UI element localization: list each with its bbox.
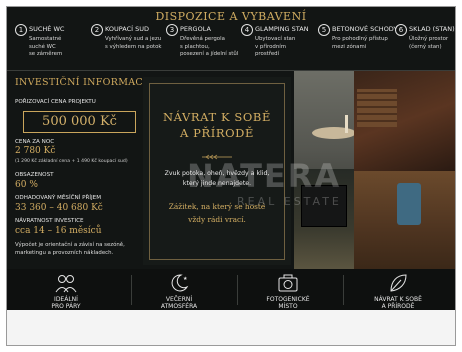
feature-item: IDEÁLNÍ PRO PÁRY [17,269,115,310]
desc-line: posezení a jídelní stůl [180,51,239,57]
features-strip: IDEÁLNÍ PRO PÁRY ★ VEČERNÍ ATMOSFÉRA FOT… [7,269,455,310]
desc-line: mezi zónami [332,43,367,50]
return-label: NÁVRATNOST INVESTICE [15,218,84,224]
label-line: IDEÁLNÍ [54,296,78,303]
equipment-desc: Pro pohodlný přístup mezi zónami [332,36,388,51]
leaf-icon [390,274,407,292]
section-title: DISPOZICE A VYBAVENÍ [155,10,307,23]
image-frame: DISPOZICE A VYBAVENÍ 1 SUCHÉ WC Samostat… [6,6,456,346]
disclaimer-note: Výpočet je orientační a závisí na sezóně… [15,241,125,257]
label-line: VEČERNÍ [165,296,193,303]
occupancy-label: OBSAZENOST [15,172,54,178]
investment-panel: INVESTIČNÍ INFORMACE POŘIZOVACÍ CENA PRO… [15,77,150,267]
step-number-icon: 4 [241,24,253,36]
night-price-label: CENA ZA NOC [15,139,55,145]
label-line: A PŘÍRODĚ [381,303,415,310]
slogan-heading-line: NÁVRAT K SOBĚ [163,110,271,124]
equipment-title: SKLAD (STAN) [409,25,455,33]
people-icon [55,275,77,293]
equipment-desc: Vyhřívaný sud a jezu s výhledem na potok [105,36,162,51]
divider [343,275,344,305]
food-bowl-shape [312,127,356,139]
desc-line: s plachtou, [180,43,210,50]
desc-line: Úložný prostor [409,36,449,42]
watermark-subtitle: REAL ESTATE [237,195,342,208]
investment-title: INVESTIČNÍ INFORMACE [15,77,151,88]
step-number-icon: 5 [318,24,330,36]
label-line: PRO PÁRY [51,303,81,310]
equipment-desc: Samostatné suché WC se záměrem [29,36,62,59]
slogan-gold-line: vždy rádi vrací. [188,215,246,224]
note-line: marketingu a provozních nákladech. [15,250,114,256]
feature-item: FOTOGENICKÉ MÍSTO [239,269,337,310]
desc-line: Pro pohodlný přístup [332,36,388,42]
occupancy-value: 60 % [15,180,38,190]
candle-shape [345,115,348,133]
info-card: DISPOZICE A VYBAVENÍ 1 SUCHÉ WC Samostat… [7,7,455,310]
equipment-title: BETONOVÉ SCHODY [332,25,398,33]
step-number-icon: 2 [91,24,103,36]
equipment-title: KOUPACÍ SUD [105,25,150,33]
label-line: ATMOSFÉRA [160,303,198,310]
equipment-desc: Ubytovací stan v přírodním prostředí [255,36,295,59]
moon-stars-icon: ★ [171,274,189,292]
desc-line: Dřevěná pergola [180,36,225,42]
label-line: MÍSTO [278,303,298,310]
step-number-icon: 6 [395,24,407,36]
equipment-title: SUCHÉ WC [29,25,65,33]
equipment-desc: Úložný prostor (černý stan) [409,36,448,51]
svg-text:★: ★ [183,276,188,282]
price-value: 500 000 Kč [23,111,136,133]
price-label: POŘIZOVACÍ CENA PROJEKTU [15,99,96,105]
desc-line: suché WC [29,43,56,50]
camera-icon [278,274,298,292]
desc-line: s výhledem na potok [105,43,162,50]
income-label: ODHADOVANÝ MĚSÍČNÍ PŘÍJEM [15,195,102,201]
divider [237,275,238,305]
income-value: 33 360 – 40 680 Kč [15,203,103,213]
desc-line: prostředí [255,51,280,57]
feature-label: NÁVRAT K SOBĚ A PŘÍRODĚ [349,296,447,310]
feature-label: FOTOGENICKÉ MÍSTO [239,296,337,310]
desc-line: Ubytovací stan [255,36,296,42]
step-number-icon: 1 [15,24,27,36]
night-price-value: 2 780 Kč [15,146,56,156]
desc-line: v přírodním [255,43,287,50]
barrel-shape [397,183,421,225]
equipment-desc: Dřevěná pergola s plachtou, posezení a j… [180,36,238,59]
feature-label: IDEÁLNÍ PRO PÁRY [17,296,115,310]
firewood-shape [357,89,397,127]
label-line: NÁVRAT K SOBĚ [374,296,422,303]
equipment-list: 1 SUCHÉ WC Samostatné suché WC se záměre… [15,23,455,69]
equipment-title: PERGOLA [180,25,211,33]
desc-line: Vyhřívaný sud a jezu [105,36,162,42]
night-price-note: (1 290 Kč základní cena + 1 490 Kč koupa… [15,159,128,164]
note-line: Výpočet je orientační a závisí na sezóně… [15,242,125,248]
desc-line: (černý stan) [409,43,442,50]
feature-item: NÁVRAT K SOBĚ A PŘÍRODĚ [349,269,447,310]
equipment-title: GLAMPING STAN [255,25,309,33]
slogan-heading-line: A PŘÍRODĚ [179,126,254,140]
label-line: FOTOGENICKÉ [266,296,310,303]
feature-item: ★ VEČERNÍ ATMOSFÉRA [130,269,228,310]
desc-line: Samostatné [29,36,62,42]
return-value: cca 14 – 16 měsíců [15,226,102,236]
step-number-icon: 3 [166,24,178,36]
feature-label: VEČERNÍ ATMOSFÉRA [130,296,228,310]
watermark-logo: NATERA [187,157,342,195]
desc-line: se záměrem [29,51,63,57]
